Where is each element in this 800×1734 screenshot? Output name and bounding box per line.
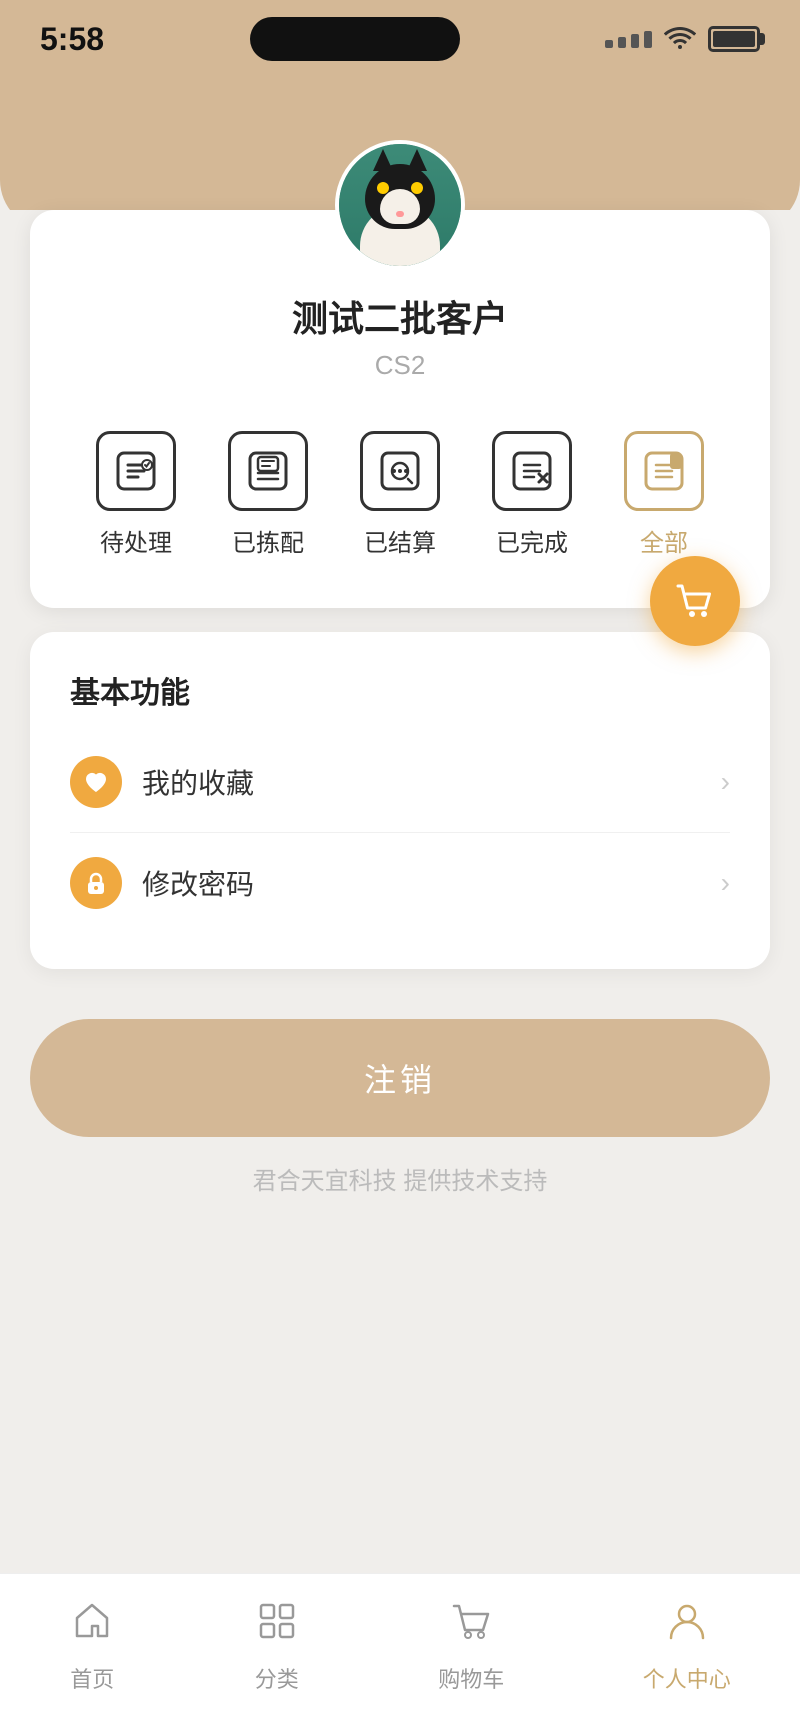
signal-icon bbox=[605, 31, 652, 48]
nav-cart-label: 购物车 bbox=[438, 1662, 504, 1694]
wifi-icon bbox=[664, 23, 696, 56]
picked-icon-box bbox=[228, 431, 308, 511]
profile-id: CS2 bbox=[70, 350, 730, 381]
bottom-nav: 首页 分类 购物车 个人中心 bbox=[0, 1573, 800, 1734]
nav-cart[interactable]: 购物车 bbox=[438, 1598, 504, 1694]
all-label: 全部 bbox=[640, 523, 688, 558]
profile-icon bbox=[664, 1598, 710, 1654]
pending-icon-box bbox=[96, 431, 176, 511]
order-status-settled[interactable]: 已结算 bbox=[360, 431, 440, 558]
function-card: 基本功能 我的收藏 › bbox=[30, 632, 770, 969]
nav-category-label: 分类 bbox=[255, 1662, 299, 1694]
settled-icon-box bbox=[360, 431, 440, 511]
nav-home[interactable]: 首页 bbox=[69, 1598, 115, 1694]
cart-icon bbox=[448, 1598, 494, 1654]
favorites-label: 我的收藏 bbox=[142, 762, 254, 802]
favorites-left: 我的收藏 bbox=[70, 756, 254, 808]
change-password-label: 修改密码 bbox=[142, 863, 254, 903]
order-status-all[interactable]: 全部 bbox=[624, 431, 704, 558]
order-status-completed[interactable]: 已完成 bbox=[492, 431, 572, 558]
favorites-item[interactable]: 我的收藏 › bbox=[70, 732, 730, 833]
change-password-item[interactable]: 修改密码 › bbox=[70, 833, 730, 933]
settled-label: 已结算 bbox=[364, 523, 436, 558]
avatar-container bbox=[335, 140, 465, 270]
status-time: 5:58 bbox=[40, 21, 104, 58]
footer-text: 君合天宜科技 提供技术支持 bbox=[30, 1161, 770, 1196]
order-status-row: 待处理 已拣配 bbox=[70, 421, 730, 568]
pending-label: 待处理 bbox=[100, 523, 172, 558]
avatar bbox=[335, 140, 465, 270]
all-icon-box bbox=[624, 431, 704, 511]
battery-icon bbox=[708, 26, 760, 52]
profile-card: 测试二批客户 CS2 待处理 bbox=[30, 210, 770, 608]
status-bar: 5:58 bbox=[0, 0, 800, 70]
category-icon bbox=[254, 1598, 300, 1654]
profile-name: 测试二批客户 bbox=[70, 290, 730, 342]
function-section-title: 基本功能 bbox=[70, 668, 730, 712]
nav-profile-label: 个人中心 bbox=[643, 1662, 731, 1694]
change-password-left: 修改密码 bbox=[70, 857, 254, 909]
completed-label: 已完成 bbox=[496, 523, 568, 558]
picked-label: 已拣配 bbox=[232, 523, 304, 558]
status-indicators bbox=[605, 23, 760, 56]
favorites-chevron: › bbox=[721, 766, 730, 798]
lock-icon bbox=[70, 857, 122, 909]
dynamic-island bbox=[250, 17, 460, 61]
nav-home-label: 首页 bbox=[70, 1662, 114, 1694]
main-content: 测试二批客户 CS2 待处理 bbox=[0, 210, 800, 1426]
heart-icon bbox=[70, 756, 122, 808]
order-status-picked[interactable]: 已拣配 bbox=[228, 431, 308, 558]
order-status-pending[interactable]: 待处理 bbox=[96, 431, 176, 558]
home-icon bbox=[69, 1598, 115, 1654]
nav-category[interactable]: 分类 bbox=[254, 1598, 300, 1694]
change-password-chevron: › bbox=[721, 867, 730, 899]
completed-icon-box bbox=[492, 431, 572, 511]
nav-profile[interactable]: 个人中心 bbox=[643, 1598, 731, 1694]
logout-button[interactable]: 注销 bbox=[30, 1019, 770, 1137]
cart-float-button[interactable] bbox=[650, 556, 740, 646]
